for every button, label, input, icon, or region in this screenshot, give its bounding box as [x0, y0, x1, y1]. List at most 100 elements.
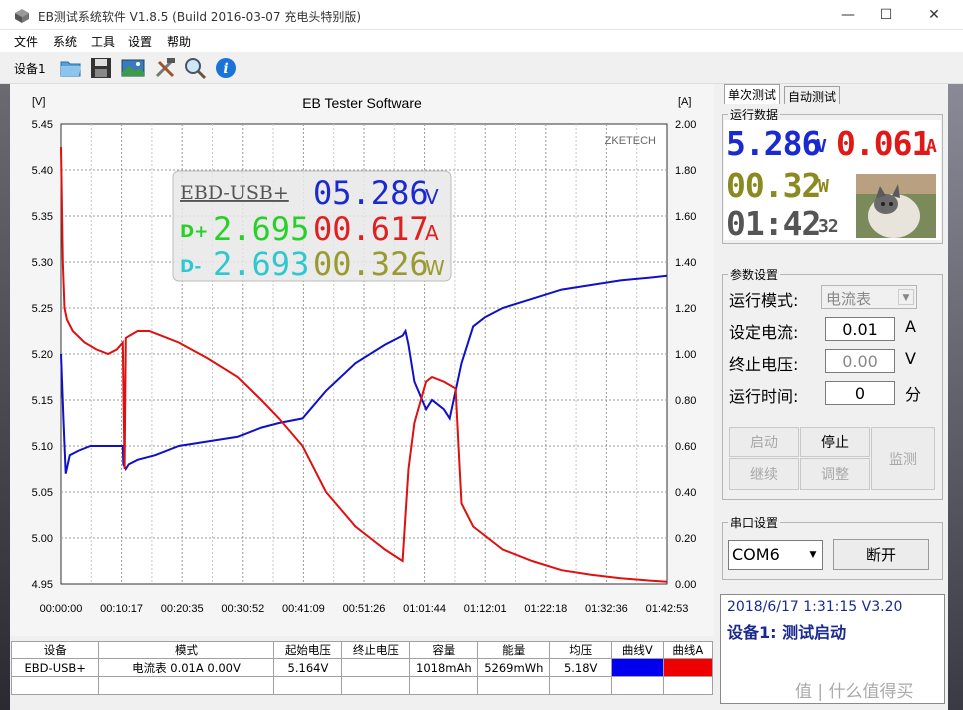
overlay-voltage: 05.286 [313, 174, 429, 212]
cell-mode: 电流表 0.01A 0.00V [98, 658, 275, 677]
result-table: 设备 模式 起始电压 终止电压 容量 能量 均压 曲线V 曲线A EBD-USB… [10, 641, 714, 695]
x-tick-label: 00:41:09 [282, 603, 325, 615]
y2-tick-label: 1.00 [675, 349, 696, 361]
menu-settings[interactable]: 设置 [128, 33, 152, 50]
overlay-dp-value: 2.695 [213, 210, 309, 248]
mode-select-value: 电流表 [826, 290, 872, 308]
set-current-unit: A [905, 317, 916, 336]
usb-meter-overlay: EBD-USB+ 05.286 V D+ 2.695 00.617 A D- 2… [172, 170, 452, 283]
current-unit: A [926, 136, 937, 157]
tab-auto-test[interactable]: 自动测试 [784, 86, 841, 104]
menu-file[interactable]: 文件 [14, 33, 38, 50]
header-energy: 能量 [477, 641, 551, 659]
tab-single-test[interactable]: 单次测试 [724, 84, 781, 104]
info-icon[interactable]: i [213, 55, 239, 81]
mode-label: 运行模式: [729, 291, 799, 310]
monitor-button[interactable]: 监测 [871, 427, 935, 490]
maximize-button[interactable]: ☐ [863, 0, 909, 30]
x-tick-label: 01:22:18 [524, 603, 567, 615]
start-button[interactable]: 启动 [729, 427, 799, 457]
menu-tools[interactable]: 工具 [91, 33, 115, 50]
x-tick-label: 01:12:01 [464, 603, 507, 615]
header-start-voltage: 起始电压 [273, 641, 343, 659]
end-voltage-input[interactable]: 0.00 [825, 349, 895, 373]
chart-panel: 5.45 5.40 5.35 5.30 5.25 5.20 5.15 5.10 5.05 5.00… [10, 84, 714, 636]
y-tick-label: 5.10 [32, 441, 53, 453]
open-folder-icon[interactable] [58, 55, 84, 81]
x-tick-label: 00:51:26 [343, 603, 386, 615]
current-readout: 0.061 [836, 124, 931, 163]
zketech-watermark: ZKETECH [605, 135, 656, 147]
y-tick-label: 4.95 [32, 579, 53, 591]
magnifier-icon[interactable] [182, 55, 208, 81]
stop-button[interactable]: 停止 [800, 427, 870, 457]
curve-v-color-swatch[interactable] [611, 658, 664, 677]
run-time-input[interactable]: 0 [825, 381, 895, 405]
serial-group: 串口设置 COM6 ▼ 断开 [722, 514, 943, 580]
chart: 5.45 5.40 5.35 5.30 5.25 5.20 5.15 5.10 5.05 5.00… [32, 95, 697, 615]
svg-text:i: i [223, 61, 228, 77]
y-tick-label: 5.00 [32, 533, 53, 545]
desktop-background-right [948, 84, 963, 710]
cat-photo [856, 174, 936, 238]
params-group: 参数设置 运行模式: 电流表 ▼ 设定电流: 0.01 A 终止电压: 0.00… [722, 266, 943, 500]
app-icon [15, 9, 29, 23]
picture-icon[interactable] [120, 55, 146, 81]
curve-a-color-swatch[interactable] [662, 658, 714, 677]
y2-tick-label: 0.80 [675, 395, 696, 407]
device-tab[interactable]: 设备1 [14, 60, 46, 77]
end-voltage-unit: V [905, 349, 916, 368]
y-axis-left: 5.45 5.40 5.35 5.30 5.25 5.20 5.15 5.10 5.05 5.00… [32, 119, 53, 591]
table-header-row: 设备 模式 起始电压 终止电压 容量 能量 均压 曲线V 曲线A [10, 641, 714, 659]
x-tick-label: 00:20:35 [161, 603, 204, 615]
right-axis-unit: [A] [678, 96, 691, 108]
overlay-voltage-unit: V [425, 185, 439, 209]
cell-end-voltage [341, 658, 411, 677]
cell-capacity: 1018mAh [409, 658, 479, 677]
time-seconds: 32 [818, 216, 839, 237]
voltage-readout: 5.286 [726, 124, 821, 163]
mode-select[interactable]: 电流表 ▼ [821, 285, 917, 309]
y2-tick-label: 1.60 [675, 211, 696, 223]
disconnect-button[interactable]: 断开 [833, 539, 929, 570]
desktop-background-left [0, 84, 10, 710]
run-time-label: 运行时间: [729, 387, 799, 406]
smzdm-watermark: 值 | 什么值得买 [795, 682, 914, 702]
right-panel: 单次测试 自动测试 运行数据 5.286 V 0.061 A 00.32 W 0… [720, 84, 948, 710]
menu-help[interactable]: 帮助 [167, 33, 191, 50]
toolbar: 设备1 i [0, 52, 963, 84]
overlay-current: 00.617 [313, 210, 429, 248]
close-button[interactable]: ✕ [911, 0, 957, 30]
left-axis-unit: [V] [32, 96, 45, 108]
chevron-down-icon[interactable]: ▼ [898, 289, 914, 305]
cell-energy: 5269mWh [477, 658, 551, 677]
header-curve-v: 曲线V [611, 641, 664, 659]
chart-title: EB Tester Software [302, 95, 422, 111]
y-tick-label: 5.45 [32, 119, 53, 131]
header-mode: 模式 [98, 641, 275, 659]
time-readout: 01:42 [726, 204, 821, 243]
tools-icon[interactable] [152, 55, 178, 81]
overlay-power: 00.326 [313, 245, 429, 283]
y-tick-label: 5.40 [32, 165, 53, 177]
run-time-unit: 分 [905, 385, 922, 404]
table-row[interactable]: EBD-USB+ 电流表 0.01A 0.00V 5.164V 1018mAh … [10, 658, 714, 677]
y2-tick-label: 1.80 [675, 165, 696, 177]
adjust-button[interactable]: 调整 [800, 458, 870, 490]
y2-tick-label: 1.40 [675, 257, 696, 269]
y-tick-label: 5.05 [32, 487, 53, 499]
x-tick-label: 01:32:36 [585, 603, 628, 615]
menu-system[interactable]: 系统 [53, 33, 77, 50]
save-icon[interactable] [88, 55, 114, 81]
overlay-dp-label: D+ [180, 222, 208, 242]
set-current-input[interactable]: 0.01 [825, 317, 895, 341]
header-end-voltage: 终止电压 [341, 641, 411, 659]
continue-button[interactable]: 继续 [729, 458, 799, 490]
header-avg-voltage: 均压 [549, 641, 613, 659]
com-port-select[interactable]: COM6 ▼ [728, 540, 823, 570]
chevron-down-icon[interactable]: ▼ [806, 546, 820, 564]
cell-avg-voltage: 5.18V [549, 658, 613, 677]
cell-device: EBD-USB+ [10, 658, 100, 677]
com-port-value: COM6 [732, 545, 780, 564]
header-capacity: 容量 [409, 641, 479, 659]
